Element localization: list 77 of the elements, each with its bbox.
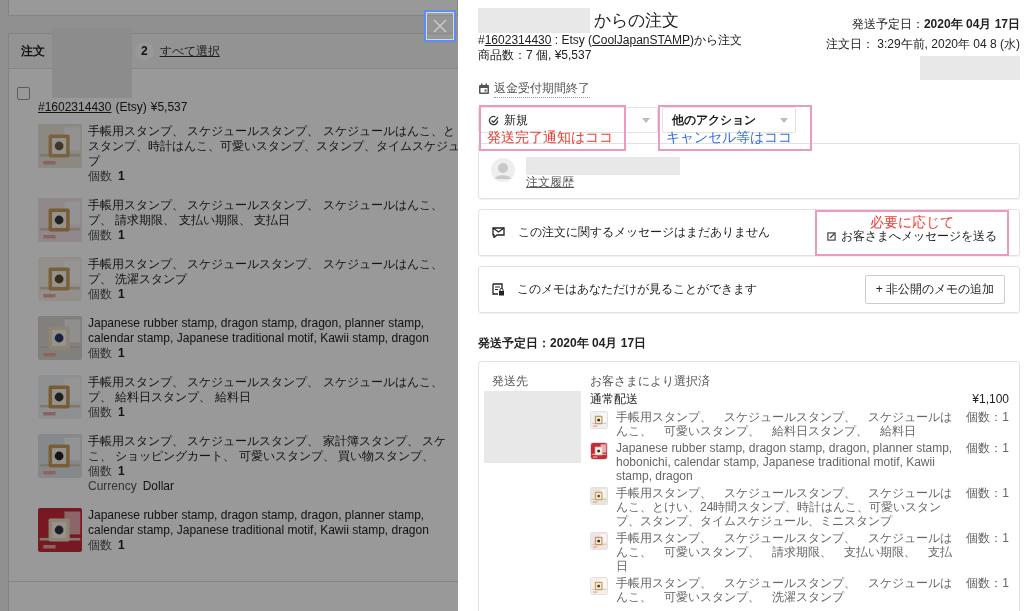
drawer-title: からの注文 — [594, 10, 679, 32]
refund-status: 返金受付期間終了 — [494, 80, 590, 98]
product-title-line: プ、 請求期限、 支払い期限、 支払日 — [88, 213, 291, 228]
quantity-label: 個数 — [88, 228, 112, 243]
order-source-text: #1602314430 : Etsy (CoolJapanSTAMP)から注文 — [478, 33, 742, 48]
order-link[interactable]: 1602314430 — [484, 33, 552, 47]
product-title-line: Japanese rubber stamp, dragon stamp, dragon, planner stamp, — [88, 316, 426, 331]
message-status-text: この注文に関するメッセージはまだありません — [518, 224, 770, 241]
product-title: 手帳用スタンプ、 スケジュールスタンプ、 スケジュールはんこ、とけい、24時間スタンプ、時計はんこ、可愛いスタンプ、スタンプ、タイムスケジュール、ミニスタンプ — [616, 486, 953, 528]
check-circle-icon — [488, 114, 499, 126]
caret-icon — [642, 117, 650, 123]
product-title: 手帳用スタンプ、 スケジュールスタンプ、 スケジュールはんこ、 可愛いスタンプ、 請求期限、 支払い期限、 支払日 — [616, 531, 953, 573]
product-title-line: 手帳用スタンプ、 スケジュールスタンプ、 家計簿スタンプ、 スケ — [88, 434, 446, 449]
order-history-link[interactable]: 注文履歴 — [526, 175, 680, 190]
quantity-label: 個数 — [88, 464, 112, 479]
quantity-label: 個数 — [88, 287, 112, 302]
quantity-label: 個数 — [88, 169, 112, 184]
product-title-line: 手帳用スタンプ、 スケジュールスタンプ、 スケジュールはんこ、 — [88, 198, 443, 213]
quantity-text: 個数：1 — [966, 410, 1009, 426]
avatar-icon — [491, 158, 515, 182]
product-title: Japanese rubber stamp, dragon stamp, dragon, planner stamp, hobonichi, calendar stamp, Japanese traditional motif, Kawii stamp, dragon — [616, 441, 954, 483]
quantity-value: 1 — [118, 538, 125, 553]
selected-count: 2 — [135, 42, 154, 60]
quantity-text: 個数：1 — [966, 486, 1009, 502]
close-button[interactable] — [426, 12, 454, 40]
variation-value: Dollar — [142, 479, 175, 494]
ship-to-label: 発送先 — [491, 374, 529, 389]
mail-icon — [492, 227, 505, 238]
quantity-label: 個数 — [88, 538, 112, 553]
calendar-icon — [478, 83, 490, 95]
quantity-value: 1 — [118, 464, 125, 479]
send-message-button[interactable]: お客さまへメッセージを送る — [819, 228, 1005, 245]
quantity-label: 個数 — [88, 346, 112, 361]
edit-icon — [827, 232, 836, 241]
quantity-value: 1 — [118, 346, 125, 361]
shipping-method: 通常配送 — [590, 392, 638, 407]
order-number-link[interactable]: #1602314430 — [38, 99, 112, 114]
shipping-heading: 発送予定日：2020年 04月 17日 — [478, 335, 648, 352]
product-title-line: スタンプ、時計はんこ、可愛いスタンプ、スタンプ、タイムスケジュ — [88, 139, 458, 154]
product-title: 手帳用スタンプ、 スケジュールスタンプ、 スケジュールはんこ、 可愛いスタンプ、 洗濯スタンプ — [616, 576, 953, 604]
quantity-label: 個数 — [88, 405, 112, 420]
add-private-memo-button[interactable]: + 非公開のメモの追加 — [864, 275, 1005, 304]
quantity-text: 個数：1 — [966, 531, 1009, 547]
product-title: 手帳用スタンプ、 スケジュールスタンプ、 スケジュールはんこ、 可愛いスタンプ、 給料日スタンプ、 給料日 — [616, 410, 953, 438]
shipping-cost: ¥1,100 — [972, 392, 1009, 407]
product-title-line: プ、 洗濯スタンプ — [88, 272, 189, 287]
shipping-method-note: お客さまにより選択済 — [590, 374, 711, 389]
order-channel: (Etsy) — [115, 99, 147, 114]
product-title-line: 手帳用スタンプ、 スケジュールスタンプ、 スケジュールはんこ、 — [88, 375, 443, 390]
note-lock-icon — [492, 283, 504, 296]
annotation-text: 必要に応じて — [870, 213, 954, 230]
select-all-link[interactable]: すべて選択 — [159, 42, 220, 60]
list-title: 注文 — [21, 42, 45, 60]
product-title-line: プ、 給料日スタンプ、 給料日 — [88, 390, 252, 405]
memo-privacy-text: このメモはあなただけが見ることができます — [517, 281, 757, 298]
quantity-value: 1 — [118, 228, 125, 243]
ship-by-date: 発送予定日：2020年 04月 17日 — [851, 16, 1020, 33]
quantity-text: 個数：1 — [966, 576, 1009, 592]
caret-icon — [780, 117, 788, 123]
product-title-line: Japanese rubber stamp, dragon stamp, dragon, planner stamp, — [88, 508, 426, 523]
product-title-line: calendar stamp, Japanese traditional motif, Kawii stamp, dragon — [88, 331, 429, 346]
order-date: 注文日： 3:29午前, 2020年 04 8 (水) — [825, 36, 1020, 53]
close-icon — [433, 19, 447, 33]
order-link[interactable]: CoolJapanSTAMP — [592, 33, 690, 47]
quantity-value: 1 — [118, 405, 125, 420]
product-title-line: プ — [88, 154, 102, 169]
quantity-text: 個数：1 — [966, 441, 1009, 457]
order-total: ¥5,537 — [150, 99, 188, 114]
item-summary: 商品数：7 個, ¥5,537 — [478, 48, 593, 63]
product-title-line: こ、 ショッピングカート、 可愛いスタンプ、 買い物スタンプ、 — [88, 449, 435, 464]
variation-label: Currency — [88, 479, 137, 494]
quantity-value: 1 — [118, 169, 125, 184]
quantity-value: 1 — [118, 287, 125, 302]
product-title-line: 手帳用スタンプ、 スケジュールスタンプ、 スケジュールはんこ、 — [88, 257, 443, 272]
product-title-line: 手帳用スタンプ、 スケジュールスタンプ、 スケジュールはんこ、と — [88, 124, 456, 139]
order-checkbox[interactable] — [17, 87, 30, 100]
product-title-line: calendar stamp, Japanese traditional motif, Kawii stamp, dragon — [88, 523, 429, 538]
